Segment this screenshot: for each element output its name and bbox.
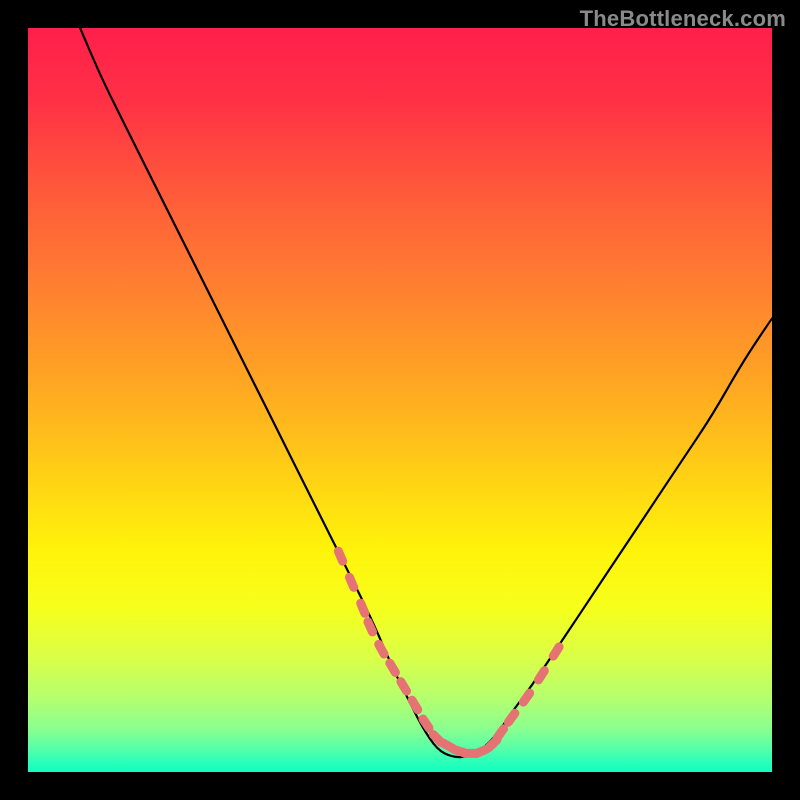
- gradient-background: [28, 28, 772, 772]
- watermark-label: TheBottleneck.com: [580, 6, 786, 32]
- chart-svg: [28, 28, 772, 772]
- chart-frame: TheBottleneck.com: [0, 0, 800, 800]
- plot-area: [28, 28, 772, 772]
